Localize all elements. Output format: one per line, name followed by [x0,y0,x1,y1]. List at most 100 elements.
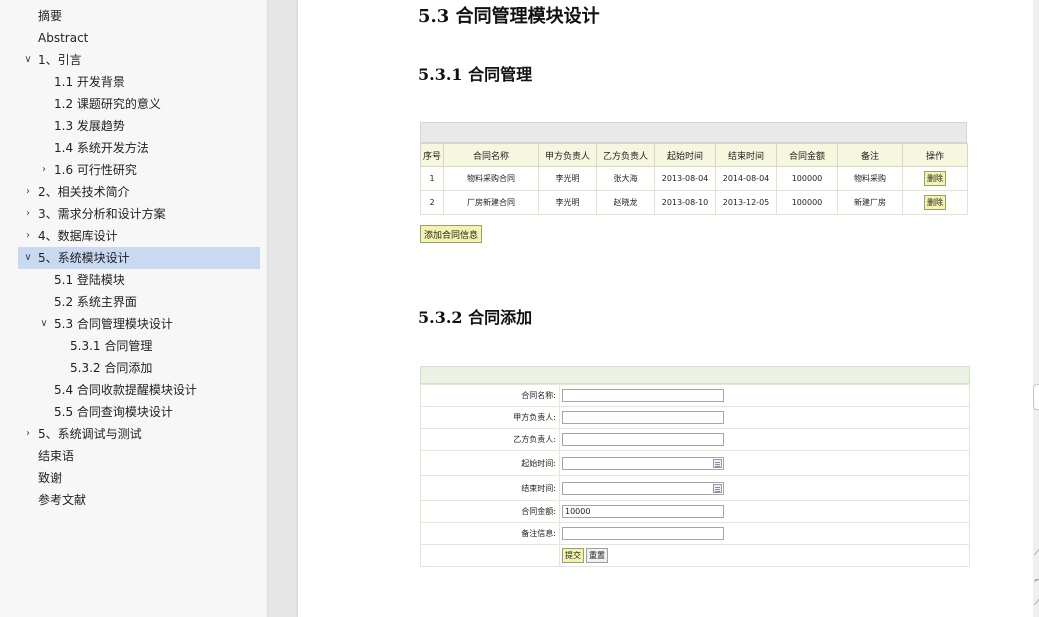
table-cell: 李光明 [538,190,597,215]
chevron-right-icon[interactable]: › [22,181,34,203]
table-cell: 物料采购合同 [443,166,539,191]
form-table: 合同名称: 甲方负责人: 乙方负责人: 起始时间: 结束时间: 合同金额: 10000 备注信… [420,384,970,567]
field-label: 合同金额: [420,500,560,523]
sidebar-item-label: 摘要 [38,9,63,23]
heading-5-3-1: 5.3.1 合同管理 [418,65,533,84]
sidebar-item[interactable]: 5.2 系统主界面 [18,291,260,313]
sidebar-item-label: 5.3.2 合同添加 [70,361,153,375]
form-input[interactable] [562,456,724,470]
sidebar-item-label: 5.3.1 合同管理 [70,339,153,353]
form-row: 甲方负责人: [420,406,970,429]
sidebar-item[interactable]: 5.1 登陆模块 [18,269,260,291]
field-cell [559,384,970,407]
column-header: 甲方负责人 [538,143,597,167]
field-label: 结束时间: [420,475,560,501]
sidebar-item-label: 5、系统模块设计 [38,251,130,265]
field-label: 合同名称: [420,384,560,407]
scroll-handle[interactable] [1033,384,1039,410]
sidebar-item[interactable]: 5.4 合同收款提醒模块设计 [18,379,260,401]
sidebar-item[interactable]: 1.3 发展趋势 [18,115,260,137]
chevron-down-icon[interactable]: ∨ [38,313,50,335]
form-input[interactable] [562,433,724,446]
field-label: 备注信息: [420,522,560,545]
delete-button[interactable]: 删除 [924,171,946,186]
chevron-right-icon[interactable]: › [22,225,34,247]
form-row: 备注信息: [420,522,970,545]
chevron-right-icon[interactable]: › [22,423,34,445]
edge-glyph: ⟋ [1034,598,1039,607]
reset-button[interactable]: 重置 [586,548,608,563]
field-cell [559,475,970,501]
sidebar-item-label: 3、需求分析和设计方案 [38,207,166,221]
sidebar-item[interactable]: › 4、数据库设计 [18,225,260,247]
sidebar-item-label: 1.6 可行性研究 [54,163,137,177]
chevron-down-icon[interactable]: ∨ [22,247,34,269]
chevron-right-icon[interactable]: › [22,203,34,225]
sidebar-item[interactable]: 1.4 系统开发方法 [18,137,260,159]
column-header: 备注 [837,143,903,167]
calendar-icon[interactable] [713,458,722,468]
calendar-icon[interactable] [713,483,722,493]
form-input[interactable]: 10000 [562,505,724,518]
chevron-down-icon[interactable]: ∨ [22,49,34,71]
table-cell: 赵晓龙 [596,190,655,215]
table-cell: 删除 [902,166,968,191]
sidebar-item[interactable]: › 5、系统调试与测试 [18,423,260,445]
actions-cell: 提交 重置 [559,544,970,567]
form-row: 结束时间: [420,475,970,501]
sidebar-item[interactable]: 5.3.1 合同管理 [18,335,260,357]
form-input[interactable] [562,481,724,495]
sidebar-item[interactable]: 参考文献 [18,489,260,511]
delete-button[interactable]: 删除 [924,195,946,210]
sidebar-item[interactable]: 5.3.2 合同添加 [18,357,260,379]
contract-list-panel: 序号 合同名称 甲方负责人 乙方负责人 起始时间 结束时间 合同金额 备注 操作 1 物料采购合同… [420,122,968,215]
form-title-bar [420,366,970,384]
table-cell: 2013-08-10 [654,190,716,215]
sidebar-item-label: 1.4 系统开发方法 [54,141,149,155]
sidebar-item[interactable]: 摘要 [18,5,260,27]
column-header: 合同金额 [776,143,838,167]
sidebar-item[interactable]: › 3、需求分析和设计方案 [18,203,260,225]
field-label: 甲方负责人: [420,406,560,429]
sidebar-item-label: 4、数据库设计 [38,229,118,243]
table-cell: 李光明 [538,166,597,191]
form-row: 乙方负责人: [420,428,970,451]
table-cell: 厂房新建合同 [443,190,539,215]
sidebar-item[interactable]: Abstract [18,27,260,49]
navigation-pane: 摘要 Abstract ∨ 1、引言 1.1 开发背景 1.2 课题研究的意义 1.3 发展… [0,0,268,617]
sidebar-item-label: 5.4 合同收款提醒模块设计 [54,383,197,397]
sidebar-item[interactable]: › 2、相关技术简介 [18,181,260,203]
sidebar-item[interactable]: ∨ 5、系统模块设计 [18,247,260,269]
chevron-right-icon[interactable]: › [38,159,50,181]
edge-glyph: ⌐ [1034,576,1039,585]
sidebar-item[interactable]: ∨ 1、引言 [18,49,260,71]
form-row: 合同名称: [420,384,970,407]
sidebar-item[interactable]: 1.1 开发背景 [18,71,260,93]
sidebar-item-label: 参考文献 [38,493,87,507]
form-input[interactable] [562,527,724,540]
sidebar-item-label: Abstract [38,31,89,45]
field-cell [559,522,970,545]
submit-button[interactable]: 提交 [562,548,584,563]
form-actions-row: 提交 重置 [420,544,970,567]
sidebar-item-label: 致谢 [38,471,63,485]
sidebar-item[interactable]: 致谢 [18,467,260,489]
sidebar-item[interactable]: 5.5 合同查询模块设计 [18,401,260,423]
sidebar-item[interactable]: 1.2 课题研究的意义 [18,93,260,115]
sidebar-item[interactable]: 结束语 [18,445,260,467]
sidebar-item[interactable]: › 1.6 可行性研究 [18,159,260,181]
form-input[interactable] [562,389,724,402]
sidebar-item-label: 1.3 发展趋势 [54,119,125,133]
table-row: 2 厂房新建合同 李光明 赵晓龙 2013-08-10 2013-12-05 100000 新… [420,190,968,215]
form-row: 起始时间: [420,450,970,476]
add-contract-form: 合同名称: 甲方负责人: 乙方负责人: 起始时间: 结束时间: 合同金额: 10000 备注信… [420,366,970,567]
add-contract-button[interactable]: 添加合同信息 [420,225,483,243]
input-value: 10000 [565,507,591,516]
table-cell: 删除 [902,190,968,215]
form-input[interactable] [562,411,724,424]
field-label: 起始时间: [420,450,560,476]
form-row: 合同金额: 10000 [420,500,970,523]
column-header: 结束时间 [715,143,777,167]
sidebar-item[interactable]: ∨ 5.3 合同管理模块设计 [18,313,260,335]
table-cell: 2 [420,190,444,215]
